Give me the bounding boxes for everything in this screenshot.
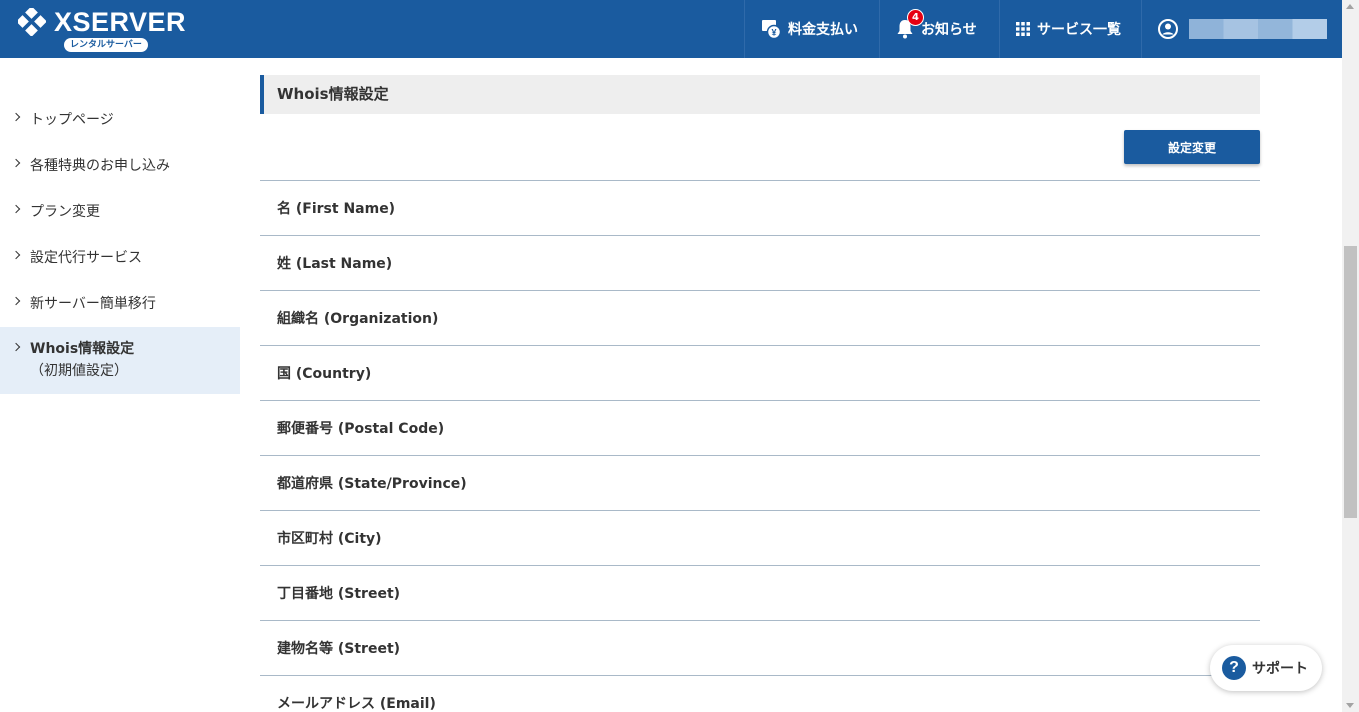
sidebar-item-whois[interactable]: Whois情報設定 （初期値設定） bbox=[0, 327, 240, 394]
sidebar-item-benefits[interactable]: 各種特典のお申し込み bbox=[0, 143, 240, 189]
sidebar-item-server-migration[interactable]: 新サーバー簡単移行 bbox=[0, 281, 240, 327]
field-last-name: 姓 (Last Name) bbox=[260, 235, 1260, 290]
field-email: メールアドレス (Email) bbox=[260, 675, 1260, 712]
chevron-right-icon bbox=[11, 158, 21, 168]
brand-name: XSERVER bbox=[54, 7, 187, 37]
nav-news[interactable]: 4 お知らせ bbox=[879, 0, 999, 58]
user-name-redacted bbox=[1189, 19, 1327, 39]
question-icon: ? bbox=[1222, 656, 1246, 680]
page-scrollbar[interactable] bbox=[1342, 0, 1359, 712]
chevron-right-icon bbox=[11, 342, 21, 352]
sidebar-item-top-page[interactable]: トップページ bbox=[0, 97, 240, 143]
field-street-2: 建物名等 (Street) bbox=[260, 620, 1260, 675]
scroll-down-arrow-icon[interactable] bbox=[1346, 703, 1354, 708]
xserver-logo[interactable]: XSERVER レンタルサーバー bbox=[16, 5, 191, 53]
user-icon bbox=[1158, 19, 1178, 39]
sidebar-item-plan-change[interactable]: プラン変更 bbox=[0, 189, 240, 235]
sidebar-item-label: 設定代行サービス bbox=[30, 250, 142, 266]
top-header: XSERVER レンタルサーバー ¥ 料金支払い 4 お知らせ サービス一覧 bbox=[0, 0, 1342, 58]
field-street-1: 丁目番地 (Street) bbox=[260, 565, 1260, 620]
nav-billing[interactable]: ¥ 料金支払い bbox=[744, 0, 879, 58]
field-postal-code: 郵便番号 (Postal Code) bbox=[260, 400, 1260, 455]
sidebar-item-label: 新サーバー簡単移行 bbox=[30, 296, 156, 312]
field-organization: 組織名 (Organization) bbox=[260, 290, 1260, 345]
header-nav: ¥ 料金支払い 4 お知らせ サービス一覧 bbox=[744, 0, 1342, 58]
chevron-right-icon bbox=[11, 112, 21, 122]
chevron-right-icon bbox=[11, 296, 21, 306]
nav-news-label: お知らせ bbox=[921, 22, 977, 38]
sidebar-item-label: Whois情報設定 bbox=[30, 341, 135, 357]
section-title: Whois情報設定 bbox=[260, 75, 1260, 114]
whois-field-list: 名 (First Name) 姓 (Last Name) 組織名 (Organi… bbox=[260, 180, 1260, 712]
chevron-right-icon bbox=[11, 204, 21, 214]
support-button[interactable]: ? サポート bbox=[1210, 645, 1322, 691]
field-city: 市区町村 (City) bbox=[260, 510, 1260, 565]
sidebar-item-setup-service[interactable]: 設定代行サービス bbox=[0, 235, 240, 281]
sidebar-item-sublabel: （初期値設定） bbox=[30, 363, 128, 379]
notification-badge: 4 bbox=[907, 9, 924, 26]
chevron-right-icon bbox=[11, 250, 21, 260]
field-first-name: 名 (First Name) bbox=[260, 180, 1260, 235]
sidebar-item-label: トップページ bbox=[30, 112, 114, 128]
support-label: サポート bbox=[1252, 661, 1308, 677]
nav-services-label: サービス一覧 bbox=[1037, 22, 1121, 38]
billing-icon: ¥ bbox=[762, 20, 782, 40]
field-state-province: 都道府県 (State/Province) bbox=[260, 455, 1260, 510]
scroll-thumb[interactable] bbox=[1344, 246, 1357, 518]
nav-billing-label: 料金支払い bbox=[788, 22, 858, 38]
change-settings-button[interactable]: 設定変更 bbox=[1124, 130, 1260, 164]
scroll-up-arrow-icon[interactable] bbox=[1346, 4, 1354, 9]
nav-services[interactable]: サービス一覧 bbox=[999, 0, 1141, 58]
nav-user-menu[interactable] bbox=[1141, 0, 1342, 58]
sidebar-item-label: 各種特典のお申し込み bbox=[30, 158, 170, 174]
grid-icon bbox=[1016, 22, 1030, 36]
logo-diamond-icon bbox=[18, 8, 46, 36]
svg-text:¥: ¥ bbox=[771, 28, 776, 38]
brand-badge: レンタルサーバー bbox=[64, 38, 148, 52]
sidebar-item-label: プラン変更 bbox=[30, 204, 100, 220]
sidebar-menu: トップページ 各種特典のお申し込み プラン変更 設定代行サービス 新サーバー簡単… bbox=[0, 97, 240, 394]
field-country: 国 (Country) bbox=[260, 345, 1260, 400]
